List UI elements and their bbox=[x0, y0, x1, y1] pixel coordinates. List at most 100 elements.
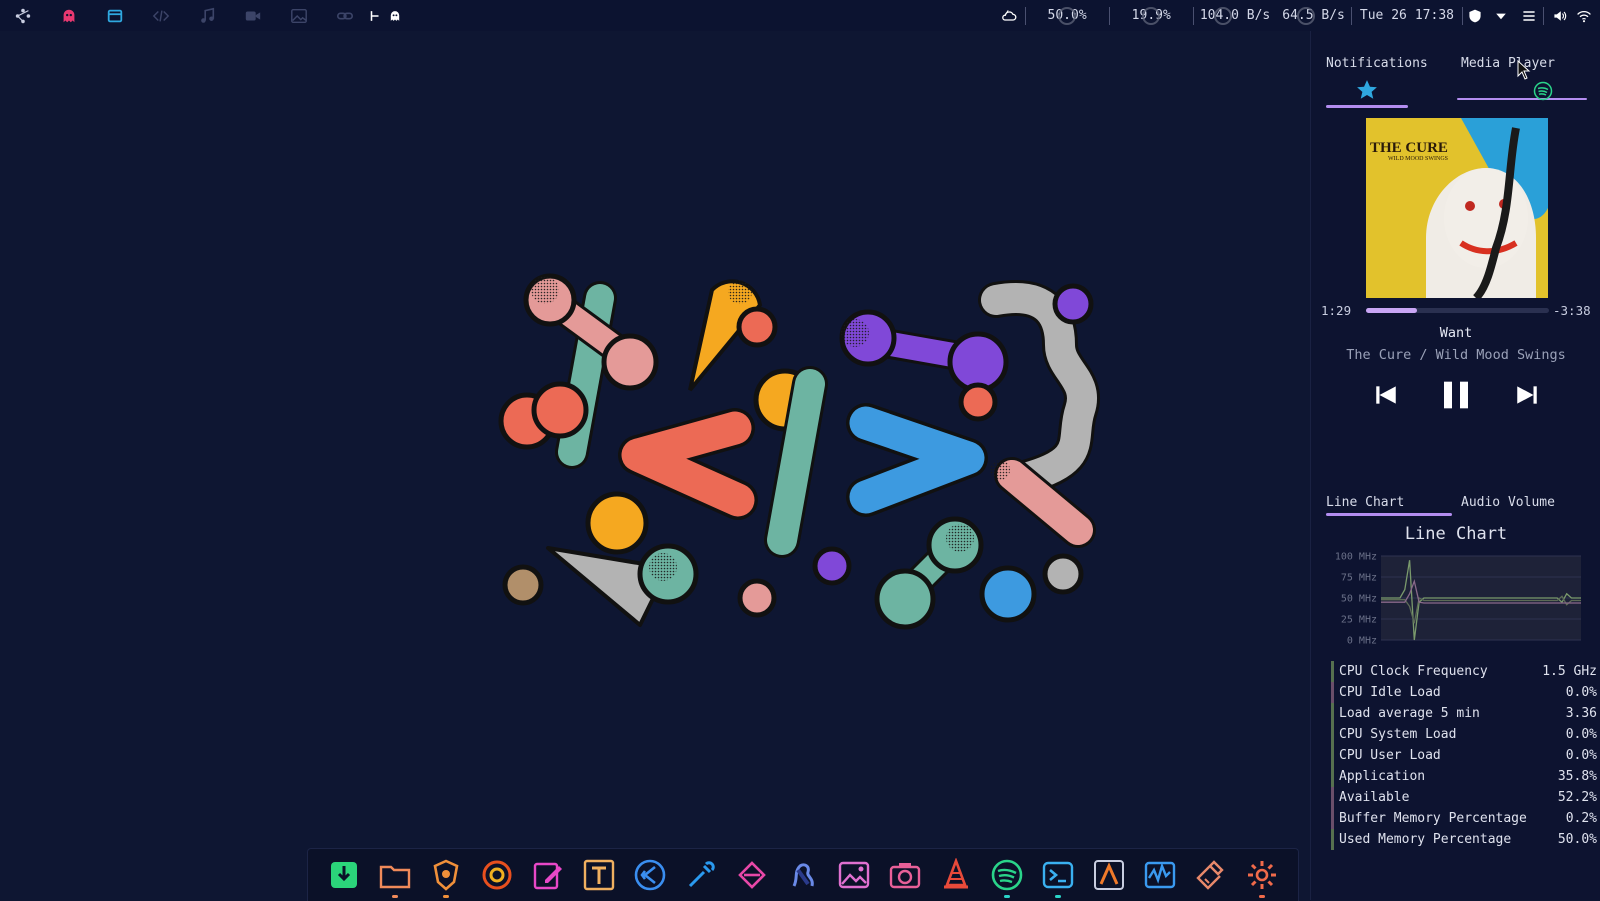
progress-bar[interactable] bbox=[1366, 308, 1549, 313]
brave-browser-launcher[interactable] bbox=[423, 852, 470, 898]
net-down-widget[interactable]: 104.0 B/s bbox=[1194, 0, 1276, 31]
window-icon bbox=[107, 9, 123, 22]
terminal-launcher[interactable] bbox=[1035, 852, 1082, 898]
stat-value: 52.2% bbox=[1557, 790, 1597, 805]
progress-fill bbox=[1366, 308, 1418, 313]
ghost-icon bbox=[63, 9, 75, 22]
top-bar: 50.0% 19.9% 104.0 B/s 64.5 B/s Tue 26 17… bbox=[0, 0, 1600, 31]
image-viewer-launcher[interactable] bbox=[831, 852, 878, 898]
player-source-star[interactable] bbox=[1356, 79, 1378, 105]
pause-icon bbox=[1444, 381, 1468, 409]
window-title-area[interactable] bbox=[368, 0, 404, 31]
source-underline bbox=[1326, 105, 1408, 108]
album-art-title: THE CURE bbox=[1370, 140, 1448, 156]
cloud-icon bbox=[1001, 9, 1016, 21]
typora-launcher[interactable] bbox=[576, 852, 623, 898]
spotify-launcher[interactable] bbox=[984, 852, 1031, 898]
workspace-video[interactable] bbox=[230, 0, 276, 31]
clock-widget[interactable]: Tue 26 17:38 bbox=[1352, 0, 1462, 31]
tray-expand[interactable] bbox=[1487, 0, 1515, 31]
workspace-window[interactable] bbox=[92, 0, 138, 31]
stat-value: 0.0% bbox=[1565, 727, 1597, 742]
sublime-icon bbox=[1094, 860, 1124, 890]
terminal-icon bbox=[1042, 861, 1074, 889]
shield-icon bbox=[1469, 9, 1481, 22]
brave-browser-icon bbox=[433, 859, 459, 891]
sublime-launcher[interactable] bbox=[1086, 852, 1133, 898]
firefox-icon bbox=[482, 860, 512, 890]
workspace-music[interactable] bbox=[184, 0, 230, 31]
cpu-widget[interactable]: 50.0% bbox=[1026, 0, 1109, 31]
pin-icon bbox=[370, 10, 379, 21]
stat-label: Available bbox=[1339, 790, 1410, 805]
pause-button[interactable] bbox=[1436, 376, 1476, 414]
workspace-code[interactable] bbox=[138, 0, 184, 31]
workspace-image[interactable] bbox=[276, 0, 322, 31]
screenshot-launcher[interactable] bbox=[882, 852, 929, 898]
kali-dragon-icon bbox=[792, 863, 814, 887]
mouse-cursor-icon bbox=[1517, 60, 1531, 80]
kali-dragon-launcher[interactable] bbox=[780, 852, 827, 898]
memory-widget[interactable]: 19.9% bbox=[1110, 0, 1193, 31]
vscode-launcher[interactable] bbox=[627, 852, 674, 898]
settings-icon bbox=[1248, 861, 1276, 889]
stat-row: CPU Idle Load 0.0% bbox=[1331, 682, 1597, 703]
cleaner-icon bbox=[1196, 860, 1224, 890]
settings-launcher[interactable] bbox=[1239, 852, 1286, 898]
chart-ytick-label: 75 MHz bbox=[1341, 573, 1377, 584]
wifi-tray[interactable] bbox=[1572, 0, 1600, 31]
tab-line-chart[interactable]: Line Chart bbox=[1311, 495, 1446, 515]
weather-widget[interactable] bbox=[993, 0, 1025, 31]
text-editor-launcher[interactable] bbox=[525, 852, 572, 898]
net-up-widget[interactable]: 64.5 B/s bbox=[1276, 0, 1351, 31]
workspace-ghost[interactable] bbox=[46, 0, 92, 31]
date-label: Tue 26 bbox=[1359, 8, 1407, 23]
color-picker-launcher[interactable] bbox=[678, 852, 725, 898]
file-manager-launcher[interactable] bbox=[372, 852, 419, 898]
workspace-logo[interactable] bbox=[0, 0, 46, 31]
stats-list: CPU Clock Frequency 1.5 GHz CPU Idle Load 0… bbox=[1331, 661, 1597, 850]
tab-notifications[interactable]: Notifications bbox=[1311, 56, 1446, 76]
music-icon bbox=[201, 7, 215, 23]
stat-row: CPU System Load 0.0% bbox=[1331, 724, 1597, 745]
net-down-ring bbox=[1213, 6, 1232, 25]
wifi-icon bbox=[1577, 10, 1591, 22]
typora-icon bbox=[583, 859, 615, 891]
stat-label: Used Memory Percentage bbox=[1339, 832, 1512, 847]
shield-tray[interactable] bbox=[1463, 0, 1487, 31]
chart-ytick-label: 50 MHz bbox=[1341, 594, 1377, 605]
cleaner-launcher[interactable] bbox=[1188, 852, 1235, 898]
stat-value: 35.8% bbox=[1557, 769, 1597, 784]
desktop-wallpaper bbox=[498, 273, 1100, 630]
stat-row: Available 52.2% bbox=[1331, 787, 1597, 808]
volume-tray[interactable] bbox=[1544, 0, 1572, 31]
stat-value: 50.0% bbox=[1557, 832, 1597, 847]
previous-button[interactable] bbox=[1366, 376, 1406, 414]
album-art-subtitle: WILD MOOD SWINGS bbox=[1388, 156, 1448, 162]
firefox-launcher[interactable] bbox=[474, 852, 521, 898]
chart-ytick-label: 0 MHz bbox=[1347, 636, 1377, 647]
chart-ytick-label: 100 MHz bbox=[1335, 552, 1377, 563]
system-monitor-launcher[interactable] bbox=[1137, 852, 1184, 898]
workspace-link[interactable] bbox=[322, 0, 368, 31]
spotify-icon bbox=[1533, 81, 1553, 101]
remaining-time: -3:38 bbox=[1553, 303, 1591, 318]
vscode-icon bbox=[634, 859, 666, 891]
diagram-launcher[interactable] bbox=[729, 852, 776, 898]
vlc-launcher[interactable] bbox=[933, 852, 980, 898]
progress-row: 1:29 -3:38 bbox=[1321, 303, 1600, 323]
stat-label: CPU System Load bbox=[1339, 727, 1457, 742]
image-viewer-icon bbox=[838, 861, 870, 889]
elapsed-time: 1:29 bbox=[1321, 303, 1352, 318]
stat-row: Used Memory Percentage 50.0% bbox=[1331, 829, 1597, 850]
menu-tray[interactable] bbox=[1515, 0, 1543, 31]
dock bbox=[307, 848, 1299, 901]
stat-label: CPU Clock Frequency bbox=[1339, 664, 1488, 679]
tab-audio-volume[interactable]: Audio Volume bbox=[1446, 495, 1591, 515]
download-manager-launcher[interactable] bbox=[321, 852, 368, 898]
player-source-spotify[interactable] bbox=[1533, 81, 1553, 105]
chart-title: Line Chart bbox=[1404, 524, 1508, 544]
ghost-small-icon bbox=[390, 10, 400, 21]
next-button[interactable] bbox=[1507, 376, 1547, 414]
net-down: 104.0 B/s bbox=[1199, 8, 1271, 23]
